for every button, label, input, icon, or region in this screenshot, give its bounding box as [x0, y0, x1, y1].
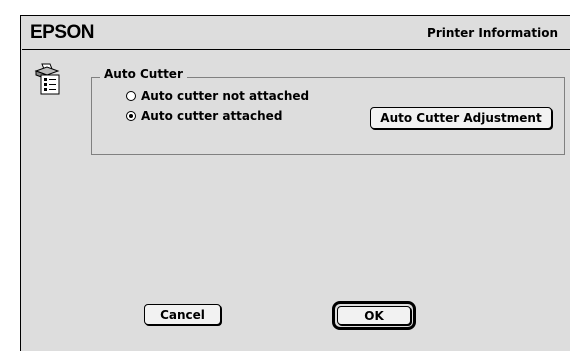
radio-label: Auto cutter not attached — [141, 89, 310, 103]
printer-settings-icon — [33, 62, 63, 96]
header-divider — [22, 49, 570, 50]
radio-button-selected[interactable] — [126, 111, 136, 121]
page-title: Printer Information — [427, 26, 558, 40]
cancel-button[interactable]: Cancel — [144, 304, 221, 325]
auto-cutter-group-label: Auto Cutter — [100, 67, 187, 81]
radio-label: Auto cutter attached — [141, 109, 283, 123]
brand-logo: EPSON — [30, 22, 95, 43]
radio-button[interactable] — [126, 91, 136, 101]
ok-button[interactable]: OK — [337, 306, 411, 325]
radio-auto-cutter-attached[interactable]: Auto cutter attached — [126, 109, 282, 123]
printer-information-dialog: EPSON Printer Information Auto Cutter Au… — [20, 15, 570, 351]
auto-cutter-adjustment-button[interactable]: Auto Cutter Adjustment — [370, 107, 552, 129]
radio-auto-cutter-not-attached[interactable]: Auto cutter not attached — [126, 89, 309, 103]
